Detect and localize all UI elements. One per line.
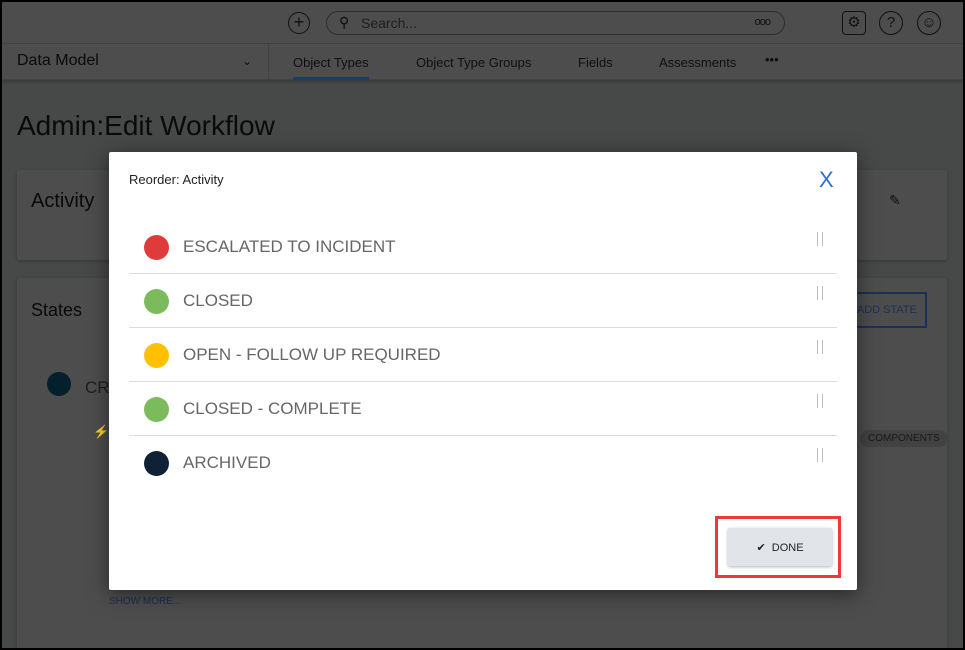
tab-assessments[interactable]: Assessments [659,55,736,70]
app-window: + ⚲ Search... ooo ⚙ ? ☺ Data Model ⌄ Obj… [2,2,963,648]
search-input[interactable]: ⚲ Search... ooo [326,11,785,35]
drag-handle-icon[interactable] [817,448,823,462]
state-label: CR [85,378,110,397]
chevron-down-icon[interactable]: ⌄ [242,54,252,68]
state-color-dot [144,343,169,368]
nav-bar: Data Model ⌄ Object Types Object Type Gr… [2,44,963,80]
close-icon[interactable]: X [819,169,834,191]
list-item[interactable]: OPEN - FOLLOW UP REQUIRED [129,328,837,382]
drag-handle-icon[interactable] [817,340,823,354]
done-label: DONE [771,541,804,554]
state-color-dot [144,397,169,422]
search-placeholder: Search... [361,15,418,31]
user-icon[interactable]: ☺ [917,11,941,35]
search-icon: ⚲ [339,14,350,30]
search-options-icon[interactable]: ooo [755,16,771,28]
show-more-link[interactable]: SHOW MORE... [109,596,181,607]
states-heading: States [31,300,83,320]
drag-handle-icon[interactable] [817,394,823,408]
list-item[interactable]: CLOSED - COMPLETE [129,382,837,436]
top-bar: + ⚲ Search... ooo ⚙ ? ☺ [2,2,963,44]
more-tabs-icon[interactable]: ••• [765,52,779,67]
list-item[interactable]: ESCALATED TO INCIDENT [129,220,837,274]
state-color-dot [144,289,169,314]
item-label: OPEN - FOLLOW UP REQUIRED [183,345,441,364]
state-dot [47,372,71,396]
activity-heading: Activity [31,190,95,212]
check-icon: ✔ [756,541,766,554]
lightning-icon: ⚡ [93,424,110,439]
components-badge[interactable]: COMPONENTS [860,430,948,447]
page-title: Admin:Edit Workflow [17,110,275,141]
gear-icon[interactable]: ⚙ [842,11,866,35]
done-button[interactable]: ✔ DONE [728,528,832,566]
reorder-modal: Reorder: Activity X ESCALATED TO INCIDEN… [109,152,857,590]
drag-handle-icon[interactable] [817,232,823,246]
item-label: ARCHIVED [183,453,271,472]
state-color-dot [144,235,169,260]
help-icon[interactable]: ? [879,11,903,35]
tab-object-type-groups[interactable]: Object Type Groups [416,55,531,70]
list-item[interactable]: CLOSED [129,274,837,328]
section-dropdown[interactable]: Data Model [17,52,99,70]
state-color-dot [144,451,169,476]
modal-title: Reorder: Activity [129,172,224,187]
divider [268,44,269,80]
drag-handle-icon[interactable] [817,286,823,300]
item-label: CLOSED [183,291,253,310]
reorder-list: ESCALATED TO INCIDENT CLOSED OPEN - FOLLOW… [129,220,837,490]
list-item[interactable]: ARCHIVED [129,436,837,490]
tab-object-types[interactable]: Object Types [293,55,369,80]
edit-icon[interactable]: ✎ [889,192,901,209]
item-label: CLOSED - COMPLETE [183,399,362,418]
item-label: ESCALATED TO INCIDENT [183,237,396,256]
tab-fields[interactable]: Fields [578,55,613,70]
add-icon[interactable]: + [288,12,310,34]
